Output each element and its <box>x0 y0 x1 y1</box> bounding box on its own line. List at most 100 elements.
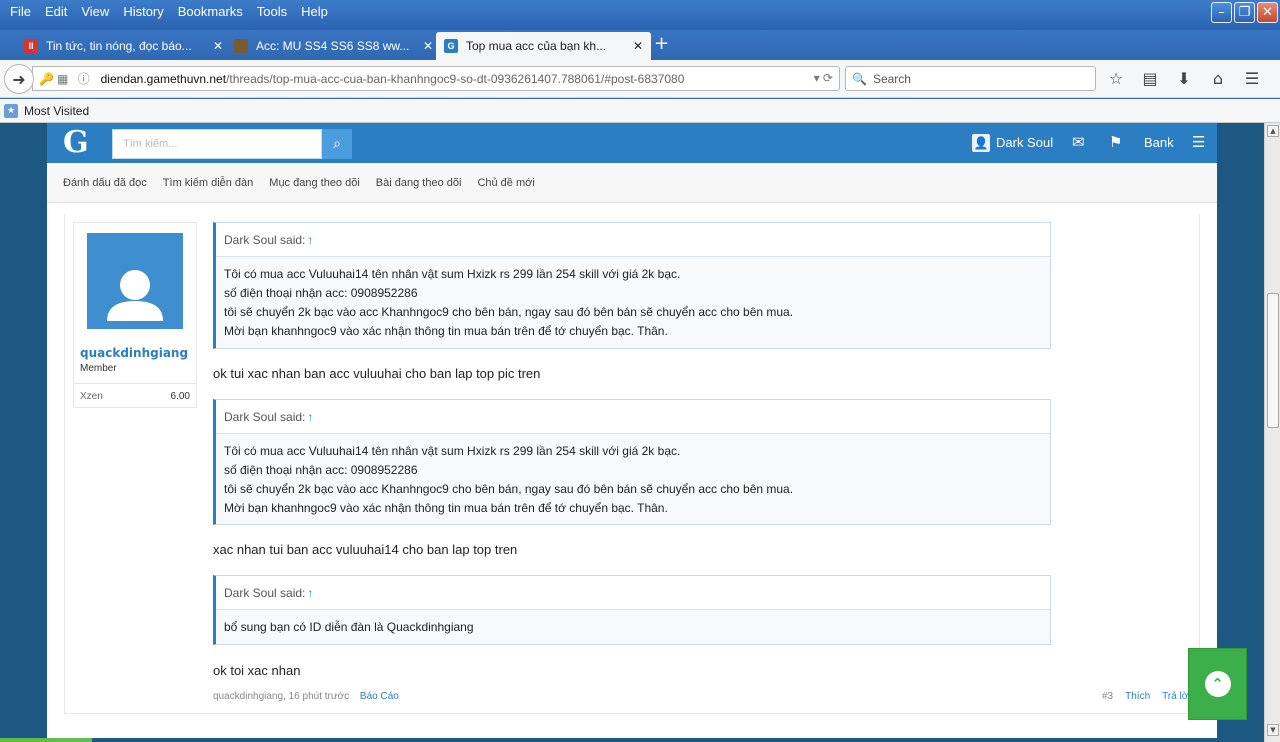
quote-line: Mời bạn khanhngoc9 vào xác nhận thông ti… <box>224 324 668 338</box>
page-viewport: G Tìm kiếm... ⌕ 👤 Dark Soul ✉ ⚑ Bank ☰ Đ… <box>0 123 1264 742</box>
subnav-search-forum[interactable]: Tìm kiếm diễn đàn <box>163 177 253 189</box>
new-tab-icon[interactable]: + <box>654 33 669 54</box>
menu-tools[interactable]: Tools <box>250 4 294 19</box>
quote-body: Tôi có mua acc Vuluuhai14 tên nhân vật s… <box>216 257 1050 349</box>
post-actions: #3 Thích Trả lời <box>1102 691 1191 702</box>
quote-line: Mời bạn khanhngoc9 vào xác nhận thông ti… <box>224 501 668 515</box>
post-number[interactable]: #3 <box>1102 691 1113 702</box>
url-domain: diendan.gamethuvn.net <box>100 71 227 86</box>
quote-body: Tôi có mua acc Vuluuhai14 tên nhân vật s… <box>216 434 1050 526</box>
jump-to-quote-icon[interactable]: ↑ <box>307 586 313 600</box>
quote-author: Dark Soul said: <box>224 232 306 247</box>
post-reply-text: xac nhan tui ban acc vuluuhai14 cho ban … <box>213 542 518 557</box>
tab-news[interactable]: II Tin tức, tin nóng, đọc báo... ✕ <box>16 32 231 60</box>
subnav-mark-read[interactable]: Đánh dấu đã đọc <box>63 177 147 189</box>
forum-search-button[interactable]: ⌕ <box>322 129 352 159</box>
bank-link[interactable]: Bank <box>1144 135 1174 150</box>
chevron-up-icon: ⌃ <box>1204 671 1231 697</box>
window-titlebar: File Edit View History Bookmarks Tools H… <box>0 0 1280 30</box>
avatar[interactable] <box>87 233 183 329</box>
quote-header: Dark Soul said: ↑ <box>216 223 1050 257</box>
most-visited-bookmark[interactable]: Most Visited <box>24 104 89 118</box>
forum-search-input[interactable]: Tìm kiếm... <box>112 129 322 159</box>
hamburger-menu-icon[interactable]: ☰ <box>1242 69 1262 88</box>
reading-list-icon[interactable]: ▤ <box>1140 69 1160 88</box>
minimize-button[interactable]: – <box>1211 2 1232 23</box>
back-button[interactable]: ➜ <box>4 64 34 94</box>
url-bar[interactable]: 🔑▦ ⓘ diendan.gamethuvn.net /threads/top-… <box>32 66 840 91</box>
menu-history[interactable]: History <box>116 4 170 19</box>
menu-bookmarks[interactable]: Bookmarks <box>171 4 250 19</box>
quote-author: Dark Soul said: <box>224 409 306 424</box>
post-reply-text: ok toi xac nhan <box>213 663 301 678</box>
tab-close-icon[interactable]: ✕ <box>423 39 433 53</box>
menu-view[interactable]: View <box>74 4 116 19</box>
close-window-button[interactable]: ✕ <box>1257 2 1278 23</box>
xzen-label: Xzen <box>80 391 103 402</box>
post-footer-meta: quackdinhgiang, 16 phút trước Báo Cáo <box>213 691 399 702</box>
forum-logo[interactable]: G <box>63 125 89 160</box>
tab-title: Top mua acc của bạn kh... <box>466 39 607 53</box>
current-user-name[interactable]: Dark Soul <box>996 135 1053 150</box>
quote-block: Dark Soul said: ↑ Tôi có mua acc Vuluuha… <box>213 399 1051 525</box>
report-link[interactable]: Báo Cáo <box>360 691 399 702</box>
tab-active-thread[interactable]: G Top mua acc của bạn kh... ✕ <box>436 32 651 60</box>
scroll-down-icon[interactable]: ▼ <box>1267 724 1279 736</box>
bookmarks-toolbar: ★ Most Visited <box>0 99 1280 123</box>
quote-line: số điện thoại nhận acc: 0908952286 <box>224 286 418 300</box>
quote-line: số điện thoại nhận acc: 0908952286 <box>224 463 418 477</box>
search-box[interactable]: 🔍 Search <box>845 66 1096 91</box>
menu-file[interactable]: File <box>3 4 38 19</box>
bookmark-star-icon[interactable]: ☆ <box>1106 69 1126 88</box>
envelope-icon[interactable]: ✉ <box>1072 133 1085 151</box>
quote-line: bổ sung bạn có ID diễn đàn là Quackdinhg… <box>224 620 474 634</box>
tab-title: Acc: MU SS4 SS6 SS8 ww... <box>256 39 410 53</box>
quote-line: tôi sẽ chuyển 2k bạc vào acc Khanhngoc9 … <box>224 305 794 319</box>
vertical-scrollbar[interactable]: ▲ ▼ <box>1264 123 1280 742</box>
menu-bar: File Edit View History Bookmarks Tools H… <box>0 0 335 22</box>
search-icon: 🔍 <box>852 71 867 86</box>
subnav-watched-forums[interactable]: Mục đang theo dõi <box>269 177 360 189</box>
quote-header: Dark Soul said: ↑ <box>216 576 1050 610</box>
flag-icon[interactable]: ⚑ <box>1109 133 1122 151</box>
reply-link[interactable]: Trả lời <box>1162 691 1190 702</box>
bottom-strip <box>0 738 1264 742</box>
tab-close-icon[interactable]: ✕ <box>633 39 643 53</box>
subnav-watched-threads[interactable]: Bài đang theo dõi <box>376 177 462 189</box>
reload-icon[interactable]: ▾ ⟳ <box>814 71 833 85</box>
jump-to-quote-icon[interactable]: ↑ <box>307 233 313 247</box>
subnav-new-threads[interactable]: Chủ đề mới <box>477 177 534 189</box>
home-icon[interactable]: ⌂ <box>1208 69 1228 88</box>
scroll-up-icon[interactable]: ▲ <box>1267 125 1279 137</box>
site-identity-icon[interactable]: 🔑▦ ⓘ <box>39 70 93 87</box>
forum-subnav: Đánh dấu đã đọc Tìm kiếm diễn đàn Mục đa… <box>47 163 1217 203</box>
navigation-toolbar: 🔑▦ ⓘ diendan.gamethuvn.net /threads/top-… <box>0 60 1280 98</box>
xzen-value: 6.00 <box>170 391 190 402</box>
downloads-icon[interactable]: ⬇ <box>1174 69 1194 88</box>
search-placeholder: Search <box>872 71 911 86</box>
tab-title: Tin tức, tin nóng, đọc báo... <box>46 39 192 53</box>
menu-help[interactable]: Help <box>294 4 335 19</box>
jump-to-quote-icon[interactable]: ↑ <box>307 410 313 424</box>
tab-game-acc[interactable]: Acc: MU SS4 SS6 SS8 ww... ✕ <box>226 32 441 60</box>
divider <box>74 383 196 384</box>
quote-body: bổ sung bạn có ID diễn đàn là Quackdinhg… <box>216 610 1050 645</box>
game-site-icon <box>234 39 248 53</box>
like-link[interactable]: Thích <box>1125 691 1150 702</box>
default-avatar-icon <box>107 270 163 321</box>
quote-block: Dark Soul said: ↑ bổ sung bạn có ID diễn… <box>213 575 1051 645</box>
toolbar-icons: ☆ ▤ ⬇ ⌂ ☰ <box>1106 69 1262 88</box>
scroll-to-top-button[interactable]: ⌃ <box>1188 648 1247 720</box>
tab-close-icon[interactable]: ✕ <box>213 39 223 53</box>
post-author-time[interactable]: quackdinhgiang, 16 phút trước <box>213 691 349 702</box>
restore-button[interactable]: ❐ <box>1234 2 1255 23</box>
post-author-name[interactable]: quackdinhgiang <box>80 346 188 360</box>
news-site-icon: II <box>24 39 38 53</box>
quote-header: Dark Soul said: ↑ <box>216 400 1050 434</box>
quote-block: Dark Soul said: ↑ Tôi có mua acc Vuluuha… <box>213 222 1051 349</box>
user-avatar-icon[interactable]: 👤 <box>972 134 990 152</box>
forum-menu-icon[interactable]: ☰ <box>1192 133 1205 151</box>
folder-icon: ★ <box>4 103 18 118</box>
menu-edit[interactable]: Edit <box>38 4 74 19</box>
scroll-thumb[interactable] <box>1267 293 1279 428</box>
